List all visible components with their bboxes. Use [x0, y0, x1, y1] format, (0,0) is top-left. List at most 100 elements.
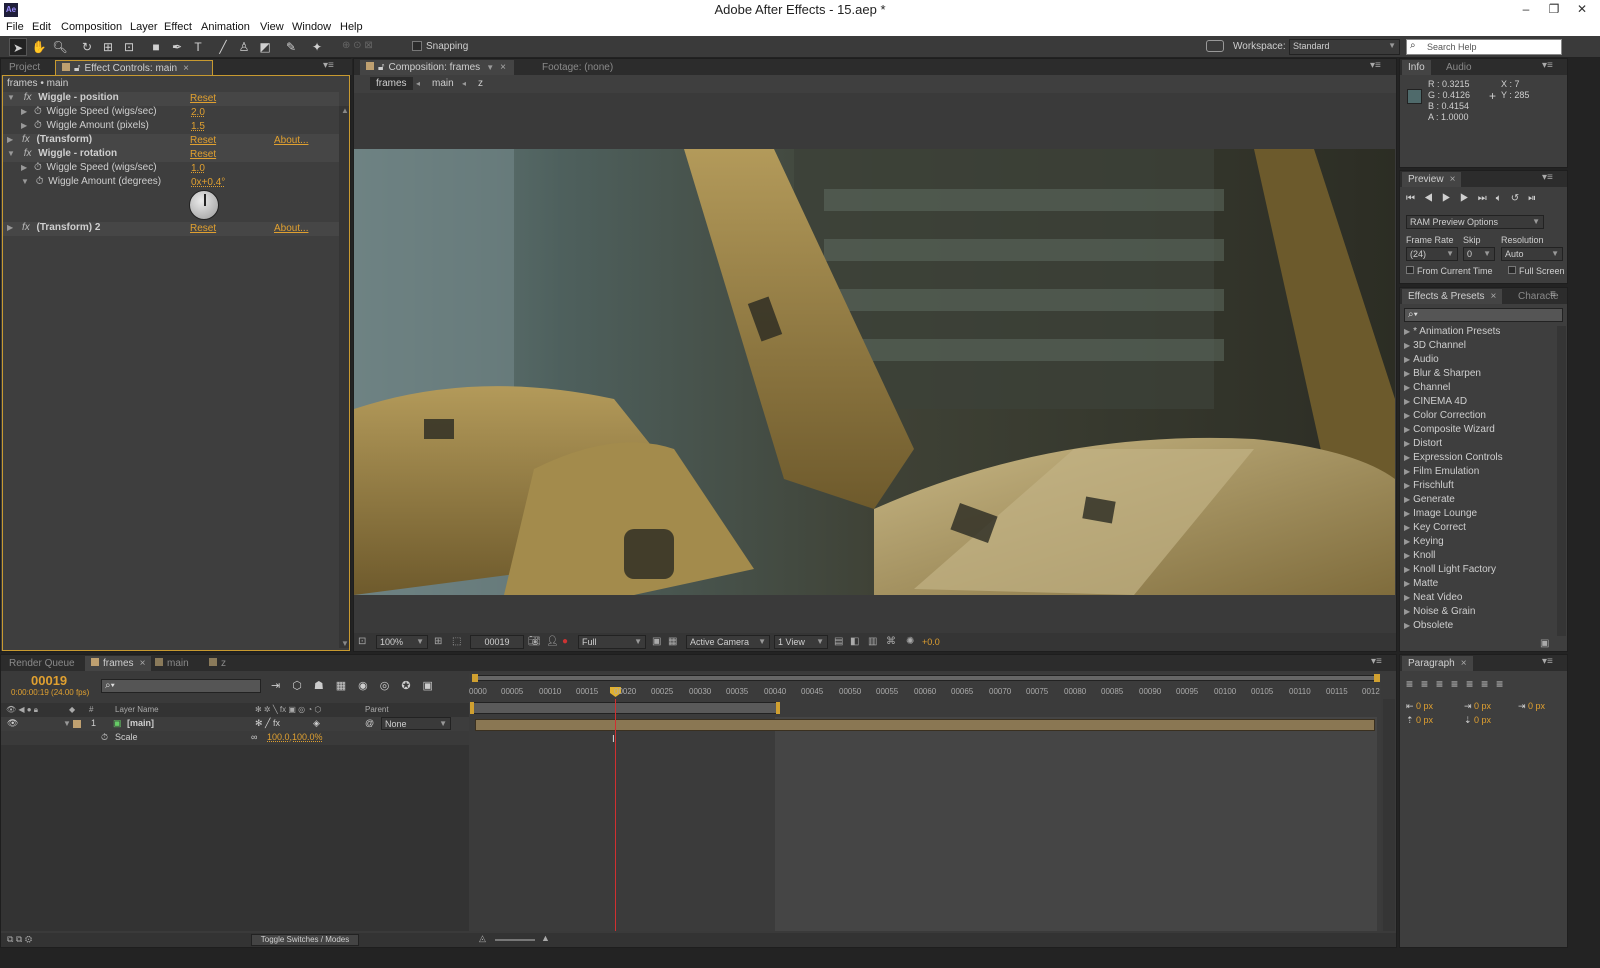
panel-menu-icon[interactable]: ▾≡: [1542, 60, 1553, 71]
graph-editor-icon[interactable]: ◎: [380, 680, 402, 692]
align-left-icon[interactable]: ≡: [1406, 677, 1421, 691]
nav-end-handle[interactable]: [1374, 674, 1380, 682]
zoom-slider[interactable]: [495, 939, 535, 941]
list-item[interactable]: ▶ Expression Controls: [1404, 452, 1503, 466]
zoom-dropdown[interactable]: 100% ▼: [376, 635, 428, 649]
time-navigator[interactable]: [472, 674, 1380, 682]
effect-row-transform[interactable]: ▶ fx (Transform) Reset About...: [3, 134, 339, 148]
about-link[interactable]: About...: [274, 223, 308, 234]
list-item[interactable]: ▶ Blur & Sharpen: [1404, 368, 1481, 382]
expand-arrow-icon[interactable]: ▼: [7, 93, 15, 102]
exposure-value[interactable]: +0.0: [922, 637, 940, 647]
rotation-dial[interactable]: [189, 190, 219, 220]
search-help-input[interactable]: Search Help: [1406, 39, 1562, 55]
tab-frames[interactable]: frames ×: [85, 656, 152, 671]
loop-icon[interactable]: ↺: [1511, 193, 1528, 204]
reset-link[interactable]: Reset: [190, 223, 216, 234]
list-item[interactable]: ▶ Audio: [1404, 354, 1439, 368]
first-line-indent-field[interactable]: ⇥ 0 px: [1518, 701, 1545, 712]
param-value[interactable]: 0x+0.4°: [191, 177, 225, 188]
menu-edit[interactable]: Edit: [32, 21, 51, 33]
toggle-pixel-aspect-icon[interactable]: ▤: [834, 636, 843, 647]
effect-row-transform-2[interactable]: ▶ fx (Transform) 2 Reset About...: [3, 222, 339, 236]
parent-dropdown[interactable]: None ▼: [381, 717, 451, 730]
brainstorm-icon[interactable]: ✪: [401, 680, 422, 692]
zoom-out-icon[interactable]: ◬: [479, 933, 486, 944]
list-item[interactable]: ▶ Obsolete: [1404, 620, 1453, 634]
param-value[interactable]: 2.0: [191, 107, 205, 118]
full-screen-option[interactable]: Full Screen: [1508, 266, 1565, 276]
space-after-field[interactable]: ⇣ 0 px: [1464, 715, 1491, 726]
effect-row-wiggle-position[interactable]: ▼ fx Wiggle - position Reset: [3, 92, 339, 106]
list-item[interactable]: ▶ Noise & Grain: [1404, 606, 1475, 620]
stopwatch-icon[interactable]: ⏱: [34, 106, 42, 117]
tab-project[interactable]: Project: [3, 60, 46, 75]
view-layout-dropdown[interactable]: 1 View ▼: [774, 635, 828, 649]
tab-effect-controls[interactable]: 🔓︎ Effect Controls: main ×: [55, 60, 213, 75]
from-current-time-option[interactable]: From Current Time: [1406, 266, 1493, 276]
timeline-graph-area[interactable]: I 0000 00005 00010 00015 00020 00025 000…: [469, 673, 1381, 931]
panel-menu-icon[interactable]: ▾≡: [1370, 60, 1381, 71]
first-frame-icon[interactable]: ⏮: [1406, 193, 1424, 204]
hide-shy-icon[interactable]: ☗: [314, 680, 336, 692]
expand-arrow-icon[interactable]: ▼: [21, 177, 29, 186]
resolution-preview-dropdown[interactable]: Auto ▼: [1501, 247, 1563, 261]
chevron-down-icon[interactable]: ▼: [486, 63, 494, 72]
layer-name[interactable]: [main]: [127, 718, 154, 728]
panel-menu-icon[interactable]: ▾≡: [1542, 172, 1553, 183]
zoom-tool-icon[interactable]: 🔍︎: [51, 38, 69, 56]
menu-file[interactable]: File: [6, 21, 24, 33]
skip-dropdown[interactable]: 0 ▼: [1463, 247, 1495, 261]
fast-previews-icon[interactable]: ◧: [850, 636, 859, 647]
list-item[interactable]: ▶ Film Emulation: [1404, 466, 1479, 480]
timeline-scrollbar[interactable]: [1383, 699, 1395, 931]
current-time-indicator[interactable]: [615, 699, 616, 931]
ram-preview-options-dropdown[interactable]: RAM Preview Options ▼: [1406, 215, 1544, 229]
layer-search-input[interactable]: ⌕▾: [101, 679, 261, 693]
prev-frame-icon[interactable]: ◀: [1424, 193, 1442, 204]
zoom-in-icon[interactable]: ▲: [541, 933, 550, 943]
eye-icon[interactable]: 👁︎: [7, 718, 18, 729]
list-item[interactable]: ▶ Channel: [1404, 382, 1450, 396]
motion-blur-switch-icon[interactable]: ◈: [313, 718, 320, 729]
flowchart-icon[interactable]: ⌘: [886, 636, 896, 647]
last-frame-icon[interactable]: ⏭: [1478, 193, 1496, 204]
list-item[interactable]: ▶ Knoll Light Factory: [1404, 564, 1496, 578]
label-color-swatch[interactable]: [73, 720, 81, 728]
work-area-end[interactable]: [776, 702, 780, 714]
stopwatch-icon[interactable]: ⏱: [34, 120, 42, 131]
param-value[interactable]: 1.0: [191, 163, 205, 174]
resolution-dropdown[interactable]: Full ▼: [578, 635, 646, 649]
layer-duration-bar[interactable]: [475, 719, 1375, 731]
constrain-proportions-icon[interactable]: ∞: [251, 732, 257, 742]
tab-z[interactable]: z: [203, 656, 232, 671]
list-item[interactable]: ▶ Composite Wizard: [1404, 424, 1495, 438]
tab-effects-presets[interactable]: Effects & Presets ×: [1402, 289, 1503, 304]
crumb-main[interactable]: main: [432, 78, 454, 89]
from-current-time-checkbox[interactable]: [1406, 266, 1414, 274]
toggle-switches-modes-button[interactable]: Toggle Switches / Modes: [251, 934, 359, 946]
tab-paragraph[interactable]: Paragraph ×: [1402, 656, 1473, 671]
pen-tool-icon[interactable]: ✒: [168, 38, 186, 56]
snapshot-icon[interactable]: 📷︎: [528, 636, 541, 647]
space-before-field[interactable]: ⇡ 0 px: [1406, 715, 1433, 726]
panel-menu-icon[interactable]: ▾≡: [1371, 656, 1382, 667]
panel-menu-icon[interactable]: ▾≡: [323, 60, 334, 71]
scrollbar[interactable]: ▲ ▼: [339, 106, 349, 648]
close-icon[interactable]: ×: [500, 62, 506, 73]
channels-icon[interactable]: ●: [562, 636, 568, 647]
frame-blending-icon[interactable]: ▦: [336, 680, 358, 692]
reset-link[interactable]: Reset: [190, 93, 216, 104]
menu-animation[interactable]: Animation: [201, 21, 250, 33]
current-time-field[interactable]: 00019: [470, 635, 524, 649]
motion-blur-icon[interactable]: ◉: [358, 680, 380, 692]
tab-info[interactable]: Info: [1402, 60, 1431, 75]
list-item[interactable]: ▶ Neat Video: [1404, 592, 1462, 606]
draft-3d-icon[interactable]: ⬡: [292, 680, 314, 692]
expand-arrow-icon[interactable]: ▼: [7, 149, 15, 158]
workspace-dropdown[interactable]: Standard ▼: [1289, 39, 1400, 55]
stopwatch-icon[interactable]: ⏱: [101, 732, 108, 743]
about-link[interactable]: About...: [274, 135, 308, 146]
camera-tool-icon[interactable]: ⊞: [99, 38, 117, 56]
show-snapshot-icon[interactable]: 👤︎: [546, 636, 559, 647]
